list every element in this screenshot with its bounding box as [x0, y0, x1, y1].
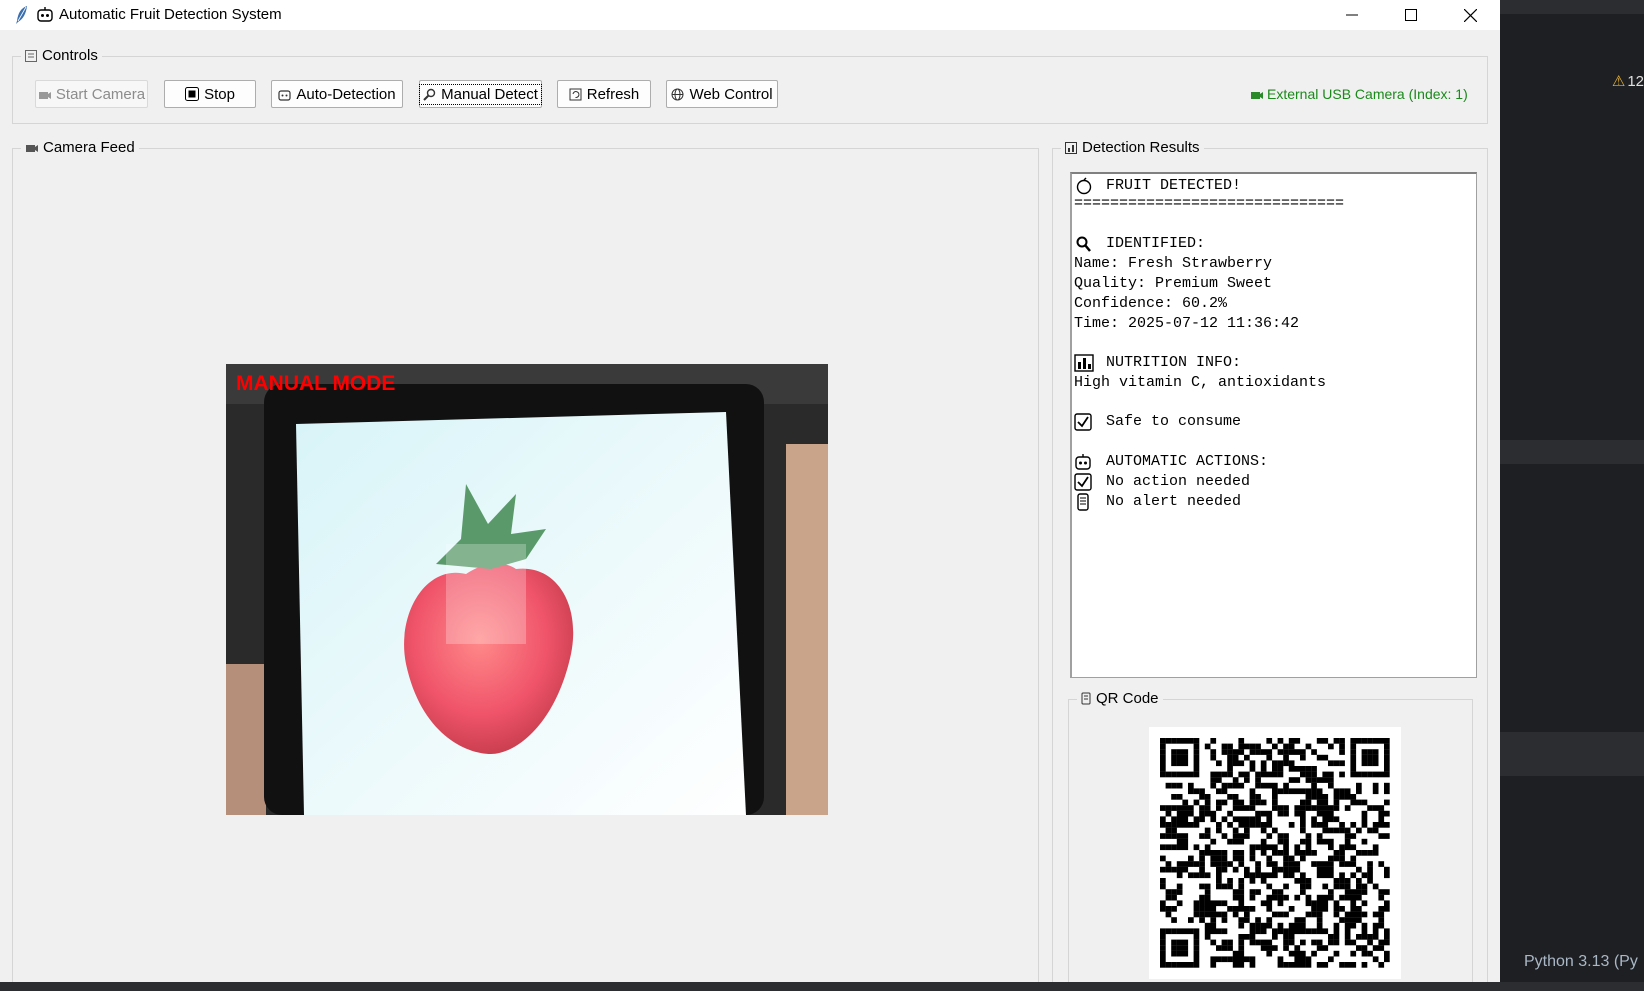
- action-line-2: No alert needed: [1074, 492, 1241, 512]
- web-control-button[interactable]: Web Control: [666, 80, 778, 108]
- camera-status-text: External USB Camera (Index: 1): [1267, 86, 1468, 102]
- magnifier-icon: [1076, 236, 1091, 252]
- action-1-text: No action needed: [1106, 473, 1251, 490]
- qr-code-group-label: QR Code: [1077, 690, 1163, 707]
- nutrition-heading: NUTRITION INFO:: [1106, 354, 1242, 371]
- warning-count: 12: [1627, 73, 1644, 90]
- manual-detect-button[interactable]: Manual Detect: [419, 80, 542, 108]
- app-window: Automatic Fruit Detection System Control…: [0, 0, 1500, 982]
- fruit-name-line: Name: Fresh Strawberry: [1074, 255, 1273, 272]
- ide-highlight-band: [1500, 732, 1644, 776]
- controls-icon: [25, 49, 37, 62]
- checkbox-icon: [1074, 473, 1092, 491]
- robot-icon: [37, 7, 53, 22]
- auto-detection-button[interactable]: Auto-Detection: [271, 80, 403, 108]
- title-bar: Automatic Fruit Detection System: [0, 0, 1500, 30]
- detection-results-label-text: Detection Results: [1082, 139, 1200, 156]
- camera-icon: [38, 91, 51, 99]
- globe-icon: [671, 88, 684, 100]
- camera-image: [226, 364, 828, 815]
- time-line: Time: 2025-07-12 11:36:42: [1074, 315, 1300, 332]
- qr-code-pattern: [1160, 738, 1390, 968]
- actions-heading: AUTOMATIC ACTIONS:: [1106, 453, 1269, 470]
- maximize-button[interactable]: [1382, 0, 1440, 30]
- qr-code-label-text: QR Code: [1096, 690, 1159, 707]
- maximize-icon: [1405, 9, 1417, 21]
- close-button[interactable]: [1441, 0, 1499, 30]
- safety-line: Safe to consume: [1074, 412, 1241, 432]
- results-textbox[interactable]: FRUIT DETECTED! ========================…: [1070, 172, 1477, 678]
- result-header-line: FRUIT DETECTED!: [1074, 176, 1241, 196]
- qr-code-image: [1149, 727, 1401, 979]
- bar-chart-icon: [1074, 354, 1094, 372]
- identified-heading: IDENTIFIED:: [1106, 235, 1206, 252]
- ide-topbar: [1500, 0, 1644, 14]
- phone-icon: [1081, 692, 1091, 705]
- stop-label: Stop: [204, 85, 235, 103]
- start-camera-label: Start Camera: [55, 85, 146, 103]
- checkbox-icon: [1074, 413, 1092, 431]
- start-camera-button[interactable]: Start Camera: [35, 80, 148, 108]
- nutrition-text: High vitamin C, antioxidants: [1074, 374, 1327, 391]
- refresh-icon: [569, 88, 582, 100]
- ide-status-interpreter[interactable]: Python 3.13 (Py: [1500, 950, 1644, 974]
- quality-line: Quality: Premium Sweet: [1074, 275, 1273, 292]
- result-separator: ==============================: [1074, 195, 1345, 212]
- nutrition-heading-line: NUTRITION INFO:: [1074, 353, 1241, 373]
- close-icon: [1463, 8, 1477, 22]
- magnifier-icon: [423, 88, 436, 101]
- apple-icon: [1076, 177, 1092, 195]
- controls-group-label: Controls: [21, 47, 102, 64]
- auto-detection-label: Auto-Detection: [296, 85, 396, 103]
- ide-highlight-band: [1500, 440, 1644, 464]
- camera-icon: [26, 145, 38, 152]
- phone-icon: [1077, 493, 1089, 511]
- action-line-1: No action needed: [1074, 472, 1250, 492]
- camera-feed-label-text: Camera Feed: [43, 139, 135, 156]
- mode-overlay-text: MANUAL MODE: [236, 372, 396, 395]
- refresh-button[interactable]: Refresh: [557, 80, 651, 108]
- identified-heading-line: IDENTIFIED:: [1074, 234, 1205, 254]
- stop-icon: [185, 87, 200, 101]
- result-header: FRUIT DETECTED!: [1106, 177, 1242, 194]
- background-ide-window: ⚠ 12 Python 3.13 (Py: [1500, 0, 1644, 991]
- window-title: Automatic Fruit Detection System: [59, 6, 282, 23]
- warning-icon: ⚠: [1611, 73, 1626, 90]
- feather-icon: [16, 6, 27, 24]
- refresh-label: Refresh: [586, 85, 640, 103]
- robot-icon: [1075, 454, 1091, 470]
- controls-label-text: Controls: [42, 47, 98, 64]
- manual-detect-label: Manual Detect: [441, 85, 538, 103]
- taskbar-edge: [0, 982, 1644, 991]
- stop-button[interactable]: Stop: [164, 80, 256, 108]
- camera-icon: [1251, 91, 1263, 99]
- confidence-line: Confidence: 60.2%: [1074, 295, 1228, 312]
- safety-text: Safe to consume: [1106, 413, 1242, 430]
- web-control-label: Web Control: [689, 85, 773, 103]
- detection-results-group-label: Detection Results: [1061, 139, 1204, 156]
- camera-frame: MANUAL MODE: [226, 364, 828, 815]
- minimize-icon: [1346, 14, 1358, 16]
- actions-heading-line: AUTOMATIC ACTIONS:: [1074, 452, 1268, 472]
- robot-icon: [278, 89, 291, 101]
- chart-icon: [1065, 141, 1077, 154]
- action-2-text: No alert needed: [1106, 493, 1242, 510]
- camera-status: External USB Camera (Index: 1): [1250, 86, 1468, 102]
- minimize-button[interactable]: [1323, 0, 1381, 30]
- camera-feed-group-label: Camera Feed: [21, 139, 139, 156]
- ide-warning-indicator[interactable]: ⚠ 12: [1612, 72, 1644, 90]
